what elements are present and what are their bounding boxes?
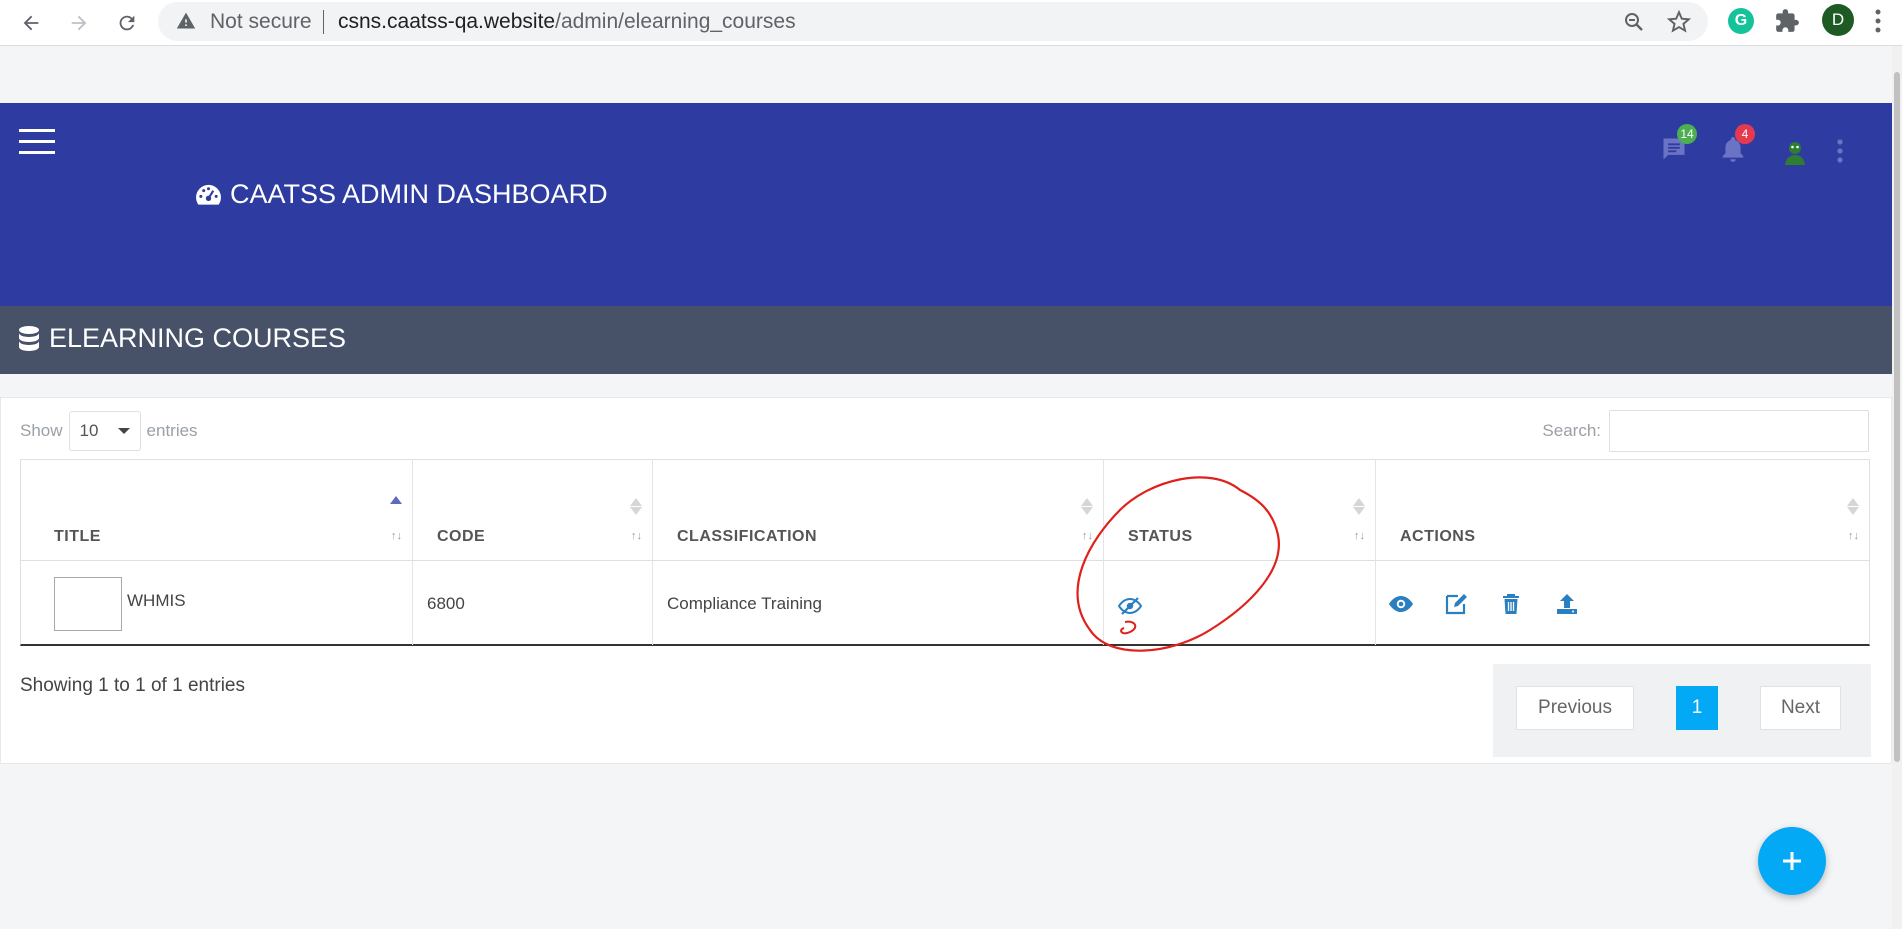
zoom-icon[interactable] [1622, 10, 1646, 34]
edit-icon[interactable] [1444, 592, 1470, 616]
add-course-button[interactable] [1758, 827, 1826, 895]
table-row: WHMIS [21, 561, 412, 645]
course-title: WHMIS [127, 591, 186, 610]
course-actions-cell [1375, 561, 1869, 645]
section-header: ELEARNING COURSES [0, 306, 1892, 374]
url-host: csns.caatss-qa.website [338, 10, 556, 33]
arrow-left-icon [23, 15, 39, 31]
dashboard-title-text: CAATSS ADMIN DASHBOARD [230, 179, 608, 209]
menu-toggle-icon[interactable] [19, 129, 55, 154]
messages-button[interactable]: 14 [1660, 124, 1697, 168]
sort-toggle-icon: ↑↓ [1082, 530, 1093, 542]
search-label: Search: [1542, 421, 1601, 440]
dashboard-title: CAATSS ADMIN DASHBOARD [195, 179, 608, 210]
entries-label: entries [146, 421, 198, 440]
courses-card: Show 10 entries Search: TITLE ↑↓ CODE ↑↓… [0, 397, 1892, 764]
entries-select-value: 10 [79, 421, 99, 440]
messages-badge: 14 [1677, 124, 1697, 144]
more-vert-icon[interactable] [1836, 139, 1844, 163]
search-control: Search: [1542, 410, 1869, 452]
upload-icon[interactable] [1555, 592, 1579, 616]
extensions-puzzle-icon[interactable] [1774, 8, 1800, 34]
url-text[interactable]: csns.caatss-qa.website/admin/elearning_c… [338, 10, 796, 34]
reload-button[interactable] [112, 8, 142, 38]
eye-slash-icon[interactable] [1118, 596, 1142, 616]
course-classification-cell: Compliance Training [652, 561, 1103, 645]
column-header-code-label: CODE [437, 528, 486, 545]
bookmark-star-icon[interactable] [1666, 9, 1692, 35]
course-classification: Compliance Training [667, 594, 822, 613]
entries-length-control: Show 10 entries [20, 411, 198, 451]
address-bar[interactable]: Not secure csns.caatss-qa.website/admin/… [158, 2, 1708, 41]
database-icon [19, 325, 39, 351]
browser-toolbar: Not secure csns.caatss-qa.website/admin/… [0, 0, 1902, 46]
table-info: Showing 1 to 1 of 1 entries [20, 675, 245, 696]
security-label[interactable]: Not secure [210, 10, 312, 34]
column-header-classification[interactable]: CLASSIFICATION ↑↓ [652, 460, 1103, 561]
sort-toggle-icon: ↑↓ [391, 530, 402, 542]
entries-select[interactable]: 10 [68, 411, 141, 451]
section-title-text: ELEARNING COURSES [49, 323, 347, 353]
view-icon[interactable] [1388, 595, 1414, 613]
forward-button[interactable] [64, 8, 94, 38]
notifications-badge: 4 [1735, 124, 1755, 144]
sort-both-icon [1353, 498, 1365, 515]
search-input[interactable] [1609, 410, 1869, 452]
course-code-cell: 6800 [412, 561, 652, 645]
back-button[interactable] [16, 8, 46, 38]
courses-table: TITLE ↑↓ CODE ↑↓ CLASSIFICATION ↑↓ STATU… [20, 459, 1870, 646]
sort-asc-icon [390, 496, 402, 504]
course-status-cell [1103, 561, 1375, 645]
sort-toggle-icon: ↑↓ [1848, 530, 1859, 542]
course-thumbnail [54, 577, 122, 631]
user-avatar-icon [1785, 142, 1805, 165]
browser-menu-icon[interactable] [1872, 8, 1884, 34]
column-header-status[interactable]: STATUS ↑↓ [1103, 460, 1375, 561]
sort-both-icon [1847, 498, 1859, 515]
previous-button[interactable]: Previous [1516, 686, 1634, 730]
course-code: 6800 [427, 594, 465, 613]
user-avatar[interactable] [1780, 137, 1810, 172]
arrow-right-icon [71, 15, 87, 31]
pagination: Previous 1 Next [1493, 664, 1871, 757]
sort-both-icon [630, 498, 642, 515]
column-header-code[interactable]: CODE ↑↓ [412, 460, 652, 561]
notifications-button[interactable]: 4 [1720, 124, 1755, 168]
chevron-down-icon [117, 428, 130, 434]
column-header-title-label: TITLE [54, 528, 101, 545]
column-header-status-label: STATUS [1128, 528, 1193, 545]
show-label: Show [20, 421, 63, 440]
speedometer-icon [196, 184, 221, 205]
url-divider [323, 10, 324, 34]
grammarly-extension-icon[interactable]: G [1728, 8, 1754, 34]
page-1-button[interactable]: 1 [1676, 686, 1718, 730]
plus-icon [1783, 852, 1801, 870]
warning-icon [176, 12, 196, 29]
section-title: ELEARNING COURSES [17, 323, 346, 354]
sort-toggle-icon: ↑↓ [631, 530, 642, 542]
column-header-actions[interactable]: ACTIONS ↑↓ [1375, 460, 1869, 561]
next-button[interactable]: Next [1760, 686, 1841, 730]
delete-icon[interactable] [1502, 593, 1520, 615]
reload-icon [119, 15, 135, 31]
column-header-actions-label: ACTIONS [1400, 528, 1476, 545]
column-header-title[interactable]: TITLE ↑↓ [21, 460, 412, 561]
scrollbar-thumb[interactable] [1894, 72, 1900, 762]
url-path: /admin/elearning_courses [555, 10, 796, 33]
app-header: CAATSS ADMIN DASHBOARD 14 4 [0, 103, 1892, 306]
sort-toggle-icon: ↑↓ [1354, 530, 1365, 542]
column-header-classification-label: CLASSIFICATION [677, 528, 818, 545]
sort-both-icon [1081, 498, 1093, 515]
profile-avatar[interactable]: D [1822, 4, 1854, 36]
